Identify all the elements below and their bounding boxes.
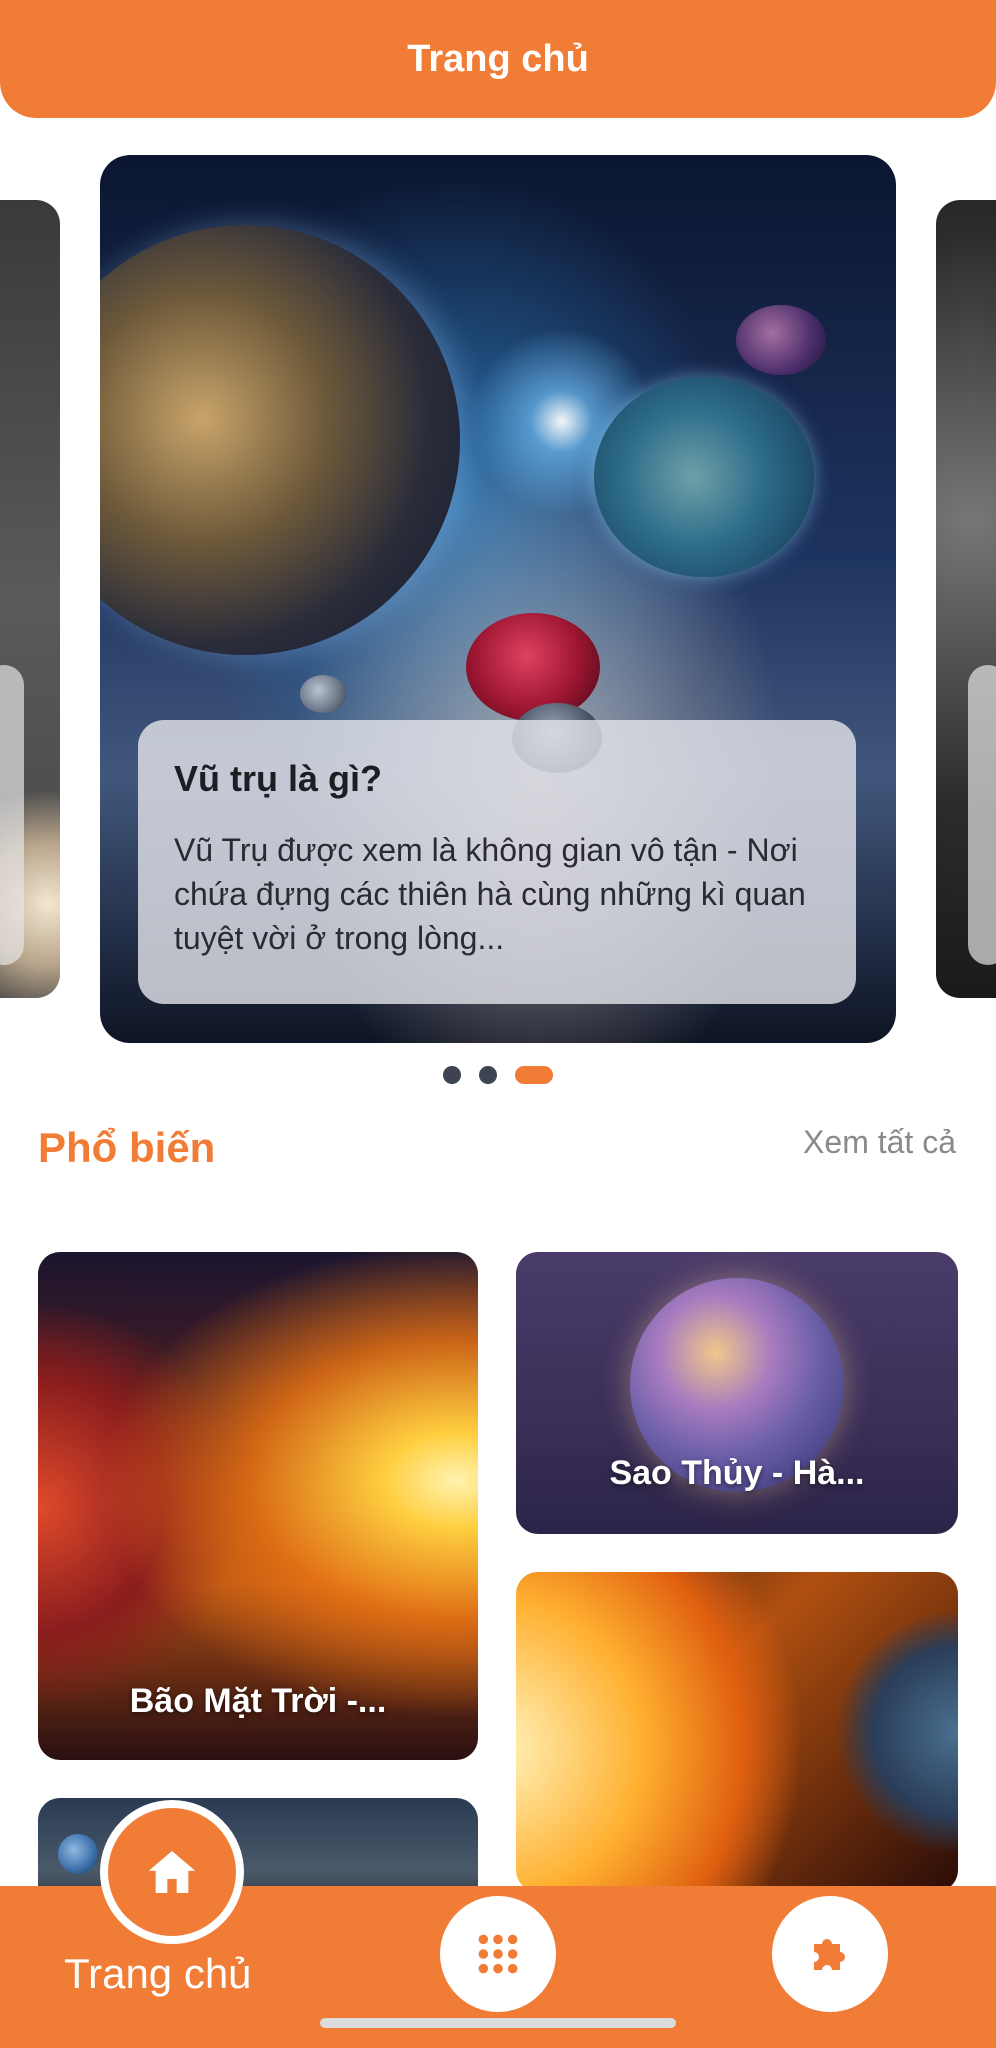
home-indicator bbox=[320, 2018, 676, 2028]
carousel-card-previous[interactable] bbox=[0, 200, 60, 998]
tab-home-label: Trang chủ bbox=[64, 1950, 252, 1997]
planet-image bbox=[100, 225, 460, 655]
popular-card-label: Sao Thủy - Hà... bbox=[609, 1454, 865, 1492]
popular-card-mercury[interactable]: Sao Thủy - Hà... bbox=[516, 1252, 958, 1534]
carousel-card-next[interactable] bbox=[936, 200, 996, 998]
carousel-card-active[interactable]: Vũ trụ là gì? Vũ Trụ được xem là không g… bbox=[100, 155, 896, 1043]
tab-categories[interactable] bbox=[440, 1896, 556, 2012]
carousel-info-box: Vũ trụ là gì? Vũ Trụ được xem là không g… bbox=[138, 720, 856, 1004]
home-icon bbox=[148, 1851, 196, 1893]
popular-card-sun[interactable] bbox=[516, 1572, 958, 1892]
popular-card-label: Bão Mặt Trời -... bbox=[129, 1682, 387, 1720]
tab-puzzle[interactable] bbox=[772, 1896, 888, 2012]
pagination-dot-active[interactable] bbox=[515, 1066, 553, 1084]
tab-home[interactable] bbox=[100, 1800, 244, 1944]
carousel-pagination bbox=[0, 1066, 996, 1084]
app-header: Trang chủ bbox=[0, 0, 996, 118]
puzzle-icon bbox=[814, 1939, 845, 1970]
pagination-dot[interactable] bbox=[479, 1066, 497, 1084]
carousel-card-text: Vũ Trụ được xem là không gian vô tận - N… bbox=[174, 832, 806, 956]
see-all-link[interactable]: Xem tất cả bbox=[803, 1124, 956, 1161]
grid-dots-icon bbox=[478, 1934, 518, 1974]
pagination-dot[interactable] bbox=[443, 1066, 461, 1084]
carousel-card-title: Vũ trụ là gì? bbox=[174, 758, 383, 799]
section-title-popular: Phổ biến bbox=[38, 1124, 216, 1171]
popular-card-solar-storm[interactable]: Bão Mặt Trời -... bbox=[38, 1252, 478, 1760]
header-title: Trang chủ bbox=[407, 37, 589, 80]
